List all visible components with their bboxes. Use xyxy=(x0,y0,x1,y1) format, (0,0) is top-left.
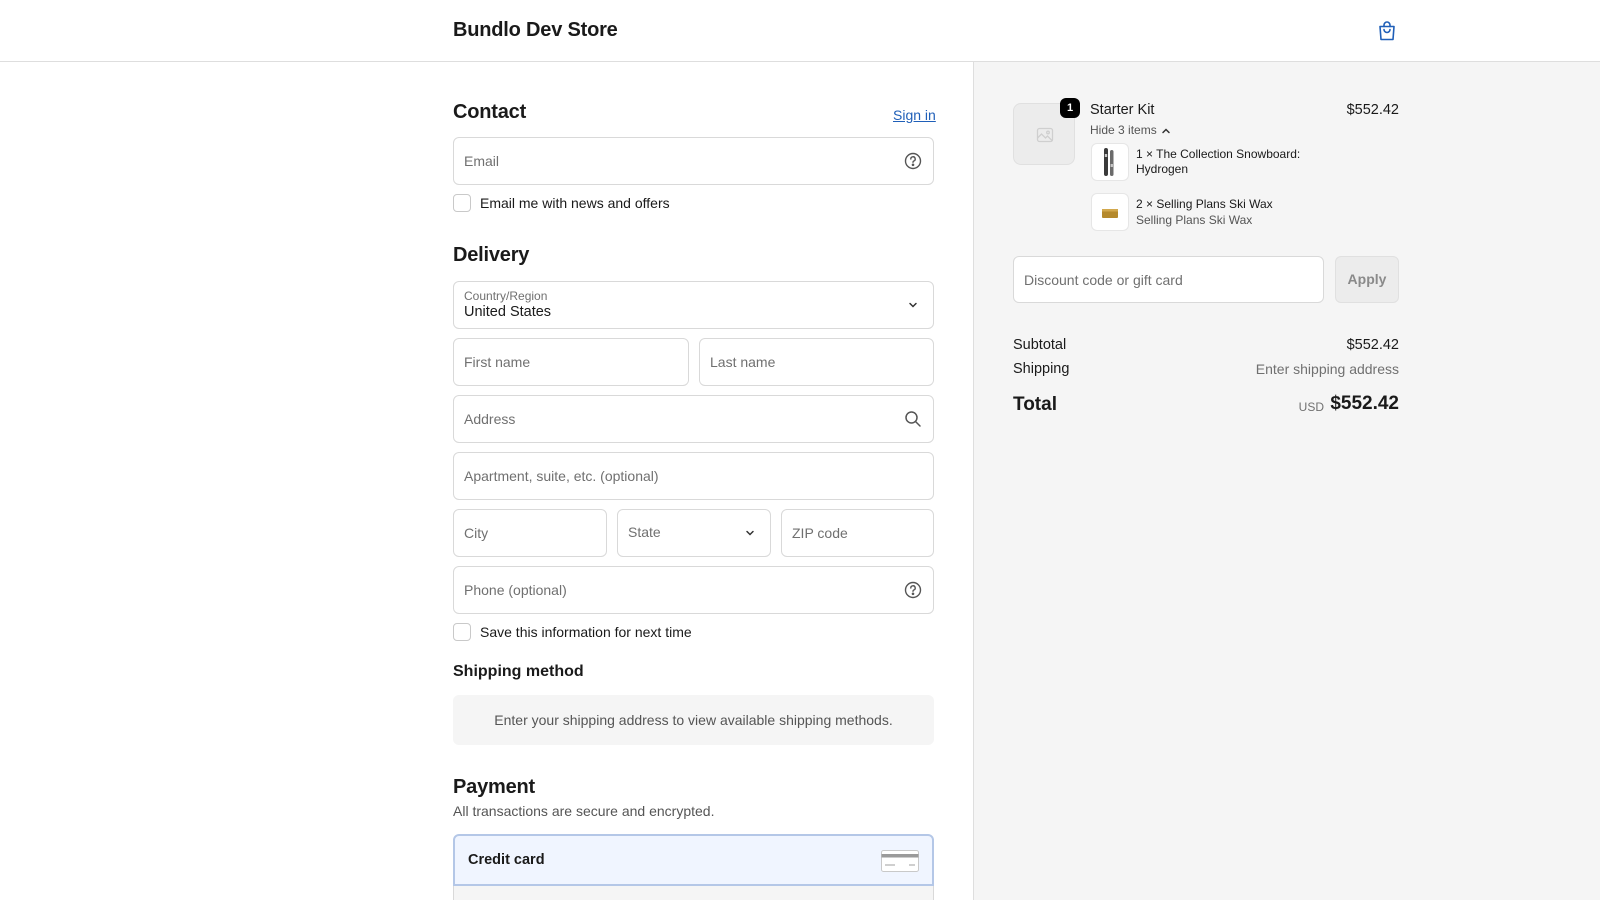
address-field[interactable]: Address xyxy=(453,395,934,443)
phone-field[interactable]: Phone (optional) xyxy=(453,566,934,614)
credit-card-icon xyxy=(881,850,919,872)
sign-in-link[interactable]: Sign in xyxy=(893,107,936,123)
last-name-placeholder: Last name xyxy=(710,354,776,370)
shipping-value: Enter shipping address xyxy=(1255,361,1399,377)
chevron-up-icon xyxy=(1161,128,1170,134)
email-news-label: Email me with news and offers xyxy=(480,195,670,211)
product-price: $552.42 xyxy=(1346,102,1399,118)
hide-items-toggle[interactable]: Hide 3 items xyxy=(1090,123,1171,137)
order-summary-panel xyxy=(973,62,1600,900)
shipping-method-heading: Shipping method xyxy=(453,663,584,680)
total-value: $552.42 xyxy=(1330,393,1399,414)
credit-card-option[interactable]: Credit card xyxy=(453,834,934,886)
subtotal-label: Subtotal xyxy=(1013,337,1067,353)
city-field[interactable]: City xyxy=(453,509,607,557)
save-info-checkbox[interactable] xyxy=(453,623,471,641)
contact-heading: Contact xyxy=(453,101,527,123)
product-name: Starter Kit xyxy=(1090,102,1155,118)
city-placeholder: City xyxy=(464,525,489,541)
delivery-heading: Delivery xyxy=(453,244,530,266)
total-label: Total xyxy=(1013,394,1057,415)
first-name-field[interactable]: First name xyxy=(453,338,689,386)
chevron-down-icon xyxy=(909,302,917,308)
country-select[interactable]: Country/Region United States xyxy=(453,281,934,329)
email-placeholder: Email xyxy=(464,153,500,169)
credit-card-label: Credit card xyxy=(468,852,545,868)
zip-code-field[interactable]: ZIP code xyxy=(781,509,934,557)
snowboard-thumbnail xyxy=(1091,143,1129,181)
discount-code-field[interactable]: Discount code or gift card xyxy=(1013,256,1324,303)
help-circle-icon[interactable] xyxy=(903,580,923,600)
state-placeholder: State xyxy=(628,524,661,540)
bundle-item-name: 1 × The Collection Snowboard: Hydrogen xyxy=(1136,147,1301,176)
payment-heading: Payment xyxy=(453,776,535,798)
hide-items-label: Hide 3 items xyxy=(1090,123,1157,137)
subtotal-value: $552.42 xyxy=(1346,337,1399,353)
zip-placeholder: ZIP code xyxy=(792,525,848,541)
quantity-badge: 1 xyxy=(1060,98,1080,118)
apartment-placeholder: Apartment, suite, etc. (optional) xyxy=(464,468,659,484)
address-placeholder: Address xyxy=(464,411,516,427)
country-value: United States xyxy=(464,304,552,320)
shipping-label: Shipping xyxy=(1013,361,1070,377)
discount-placeholder: Discount code or gift card xyxy=(1024,272,1183,288)
bundle-item-variant: Selling Plans Ski Wax xyxy=(1136,213,1253,227)
phone-placeholder: Phone (optional) xyxy=(464,582,567,598)
country-label: Country/Region xyxy=(464,289,548,303)
email-field[interactable]: Email xyxy=(453,137,934,185)
email-news-checkbox[interactable] xyxy=(453,194,471,212)
ski-wax-thumbnail xyxy=(1091,193,1129,231)
search-icon xyxy=(905,411,921,427)
image-placeholder-icon xyxy=(1036,127,1054,143)
store-header: Bundlo Dev Store xyxy=(0,0,1600,62)
store-name[interactable]: Bundlo Dev Store xyxy=(453,19,618,42)
chevron-down-icon xyxy=(746,530,754,536)
credit-card-details-area xyxy=(453,886,934,900)
apartment-field[interactable]: Apartment, suite, etc. (optional) xyxy=(453,452,934,500)
bundle-item-name: 2 × Selling Plans Ski Wax xyxy=(1136,197,1273,211)
snowboard-image xyxy=(1104,148,1114,176)
state-select[interactable]: State xyxy=(617,509,771,557)
save-info-label: Save this information for next time xyxy=(480,624,692,640)
apply-discount-button[interactable]: Apply xyxy=(1335,256,1399,303)
ski-wax-image xyxy=(1102,209,1118,218)
first-name-placeholder: First name xyxy=(464,354,531,370)
last-name-field[interactable]: Last name xyxy=(699,338,934,386)
help-circle-icon[interactable] xyxy=(903,151,923,171)
shipping-method-message: Enter your shipping address to view avai… xyxy=(453,695,934,745)
shopping-bag-icon[interactable] xyxy=(1375,19,1399,43)
payment-security-note: All transactions are secure and encrypte… xyxy=(453,803,715,819)
